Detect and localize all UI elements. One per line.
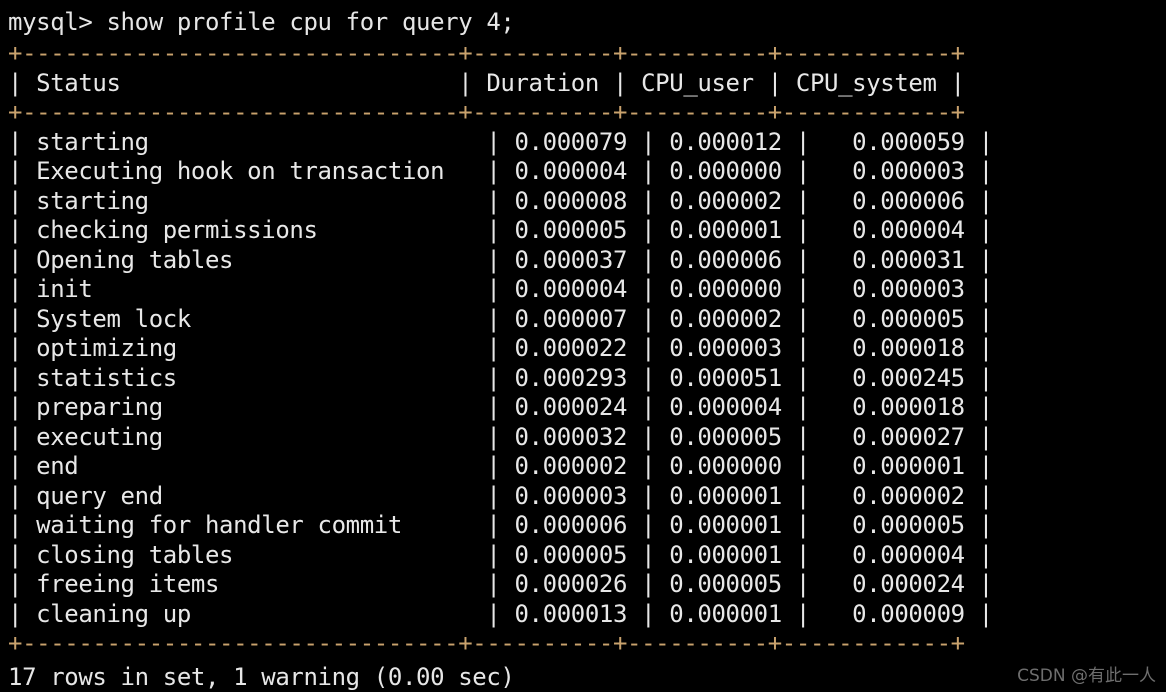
table-row: | System lock | 0.000007 | 0.000002 | 0.… [8, 304, 993, 333]
table-row: | executing | 0.000032 | 0.000005 | 0.00… [8, 422, 993, 451]
table-row: | end | 0.000002 | 0.000000 | 0.000001 | [8, 452, 993, 480]
table-body: | starting | 0.000079 | 0.000012 | 0.000… [0, 128, 1166, 630]
result-summary-line: 17 rows in set, 1 warning (0.00 sec) [8, 662, 515, 691]
table-row: | statistics | 0.000293 | 0.000051 | 0.0… [8, 363, 993, 392]
terminal-window[interactable]: mysql> show profile cpu for query 4; +--… [0, 0, 1166, 692]
table-row: | preparing | 0.000024 | 0.000004 | 0.00… [8, 393, 993, 421]
table-row: | Executing hook on transaction | 0.0000… [8, 157, 993, 185]
table-top-border: +-------------------------------+-------… [8, 39, 965, 67]
table-row: | waiting for handler commit | 0.000006 … [8, 511, 993, 539]
table-row: | starting | 0.000008 | 0.000002 | 0.000… [8, 186, 993, 215]
table-row: | closing tables | 0.000005 | 0.000001 |… [8, 540, 993, 569]
csdn-watermark: CSDN @有此一人 [1017, 666, 1156, 686]
table-bottom-border: +-------------------------------+-------… [8, 629, 965, 657]
table-row: | cleaning up | 0.000013 | 0.000001 | 0.… [8, 599, 993, 628]
table-header-row: | Status | Duration | CPU_user | CPU_sys… [8, 68, 965, 97]
table-header-separator: +-------------------------------+-------… [8, 98, 965, 126]
table-row: | Opening tables | 0.000037 | 0.000006 |… [8, 245, 993, 274]
table-row: | starting | 0.000079 | 0.000012 | 0.000… [8, 127, 993, 156]
table-row: | optimizing | 0.000022 | 0.000003 | 0.0… [8, 334, 993, 362]
command-prompt-line: mysql> show profile cpu for query 4; [8, 8, 515, 36]
table-row: | freeing items | 0.000026 | 0.000005 | … [8, 570, 993, 598]
table-row: | init | 0.000004 | 0.000000 | 0.000003 … [8, 275, 993, 303]
table-row: | checking permissions | 0.000005 | 0.00… [8, 216, 993, 244]
table-row: | query end | 0.000003 | 0.000001 | 0.00… [8, 481, 993, 510]
